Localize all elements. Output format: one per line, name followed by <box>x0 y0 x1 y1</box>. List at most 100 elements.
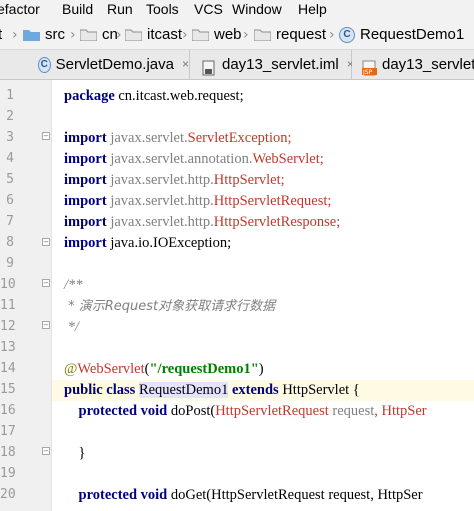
menu-run[interactable]: Run <box>107 0 133 20</box>
code-line-6: import javax.servlet.http.HttpServletReq… <box>64 191 474 212</box>
chevron-right-icon: › <box>70 27 76 43</box>
breadcrumb-cn[interactable]: cn <box>80 24 118 46</box>
line-number: 13 <box>0 340 16 355</box>
import-package: javax.servlet. <box>106 130 188 146</box>
breadcrumb-request[interactable]: request <box>254 24 326 46</box>
line-number: 8 <box>6 235 14 250</box>
import-class: WebServlet <box>252 151 320 167</box>
folder-icon <box>192 29 209 41</box>
tab-day13-servlet-jsp[interactable]: JSP day13_servlet\ <box>352 50 474 79</box>
java-class-icon: C <box>38 56 51 73</box>
menu-bar: efactor Build Run Tools VCS Window Help <box>0 0 474 20</box>
code-line-20: protected void doGet(HttpServletRequest … <box>64 485 474 506</box>
line-number: 5 <box>6 172 14 187</box>
breadcrumb-label: itcast <box>147 26 183 43</box>
code-line-4: import javax.servlet.annotation.WebServl… <box>64 149 474 170</box>
chevron-right-icon: › <box>329 27 335 43</box>
annotation-at: @ <box>64 361 78 377</box>
code-editor[interactable]: package cn.itcast.web.request; import ja… <box>52 80 474 511</box>
code-line-15: public class RequestDemo1 extends HttpSe… <box>52 380 474 401</box>
tab-day13-servlet-iml[interactable]: day13_servlet.iml × <box>190 50 354 79</box>
tab-servletdemo[interactable]: C ServletDemo.java × <box>0 50 190 79</box>
navigation-bar: t › src › cn › itcast › web › request › … <box>0 20 474 50</box>
import-class: ServletException <box>187 130 288 146</box>
breadcrumb-label: RequestDemo1 <box>360 26 465 43</box>
chevron-right-icon: › <box>12 27 18 43</box>
line-number: 3 <box>6 130 14 145</box>
superclass: HttpServlet { <box>278 382 360 398</box>
line-number: 9 <box>6 256 14 271</box>
java-class-icon: C <box>339 27 355 43</box>
breadcrumb-src[interactable]: src <box>23 24 65 46</box>
fold-marker-icon[interactable]: − <box>42 279 50 287</box>
keyword: public class <box>64 382 139 398</box>
package-name: cn.itcast.web.request; <box>114 88 244 104</box>
code-line-5: import javax.servlet.http.HttpServlet; <box>64 170 474 191</box>
breadcrumb-label: src <box>45 26 65 43</box>
semicolon: ; <box>319 151 324 167</box>
line-number: 11 <box>0 298 16 313</box>
keyword: protected void <box>64 403 168 419</box>
param-name: request <box>328 403 375 419</box>
menu-refactor[interactable]: efactor <box>0 0 40 20</box>
chevron-right-icon: › <box>182 27 188 43</box>
folder-icon <box>80 29 97 41</box>
import-package: javax.servlet.http. <box>106 172 214 188</box>
breadcrumb-itcast[interactable]: itcast <box>125 24 182 46</box>
semicolon: ; <box>336 214 341 230</box>
line-number: 18 <box>0 445 16 460</box>
line-number: 7 <box>6 214 14 229</box>
code-line-16: protected void doPost(HttpServletRequest… <box>64 401 474 422</box>
paren-close: ) <box>258 361 264 377</box>
import-class: HttpServletResponse <box>213 214 337 230</box>
fold-marker-icon[interactable]: − <box>42 132 50 140</box>
line-number: 2 <box>6 109 14 124</box>
chevron-right-icon: › <box>116 27 122 43</box>
menu-window[interactable]: Window <box>232 0 282 20</box>
code-line-1: package cn.itcast.web.request; <box>64 86 474 107</box>
line-number: 17 <box>0 424 16 439</box>
module-file-icon <box>202 57 216 75</box>
code-line-11: * 演示Request对象获取请求行数据 <box>64 299 276 314</box>
import-package: javax.servlet.http. <box>106 214 214 230</box>
editor-tab-bar: C ServletDemo.java × day13_servlet.iml ×… <box>0 50 474 80</box>
breadcrumb-label: request <box>276 26 327 43</box>
breadcrumb-project[interactable]: t <box>0 24 2 46</box>
line-number: 20 <box>0 487 16 502</box>
line-number: 14 <box>0 361 16 376</box>
menu-tools[interactable]: Tools <box>146 0 179 20</box>
keyword: import <box>64 151 107 167</box>
menu-help[interactable]: Help <box>298 0 327 20</box>
code-line-12: */ <box>64 319 79 335</box>
tab-label: day13_servlet.iml <box>222 56 339 73</box>
line-number: 15 <box>0 382 16 397</box>
folder-icon <box>23 29 40 41</box>
keyword: import <box>64 172 107 188</box>
keyword: import <box>64 214 107 230</box>
line-number: 19 <box>0 466 16 481</box>
breadcrumb-requestdemo1[interactable]: C RequestDemo1 <box>339 24 464 46</box>
line-number: 4 <box>6 151 14 166</box>
close-icon[interactable]: × <box>182 50 189 79</box>
import-class: HttpServletRequest <box>213 193 328 209</box>
breadcrumb-web[interactable]: web <box>192 24 242 46</box>
keyword: import <box>64 130 107 146</box>
code-line-8: import java.io.IOException; <box>64 233 474 254</box>
import-class: HttpServlet <box>213 172 281 188</box>
params: HttpServletRequest request, HttpSer <box>211 487 423 503</box>
fold-marker-icon[interactable]: − <box>42 321 50 329</box>
fold-marker-icon[interactable]: − <box>42 447 50 455</box>
keyword: package <box>64 88 115 104</box>
import-path: java.io.IOException; <box>106 235 232 251</box>
tab-label: ServletDemo.java <box>55 56 174 73</box>
line-number: 12 <box>0 319 16 334</box>
keyword: extends <box>228 382 279 398</box>
line-number: 1 <box>6 88 14 103</box>
line-number: 10 <box>0 277 16 292</box>
import-package: javax.servlet.annotation. <box>106 151 253 167</box>
menu-vcs[interactable]: VCS <box>194 0 223 20</box>
line-number: 6 <box>6 193 14 208</box>
code-line-7: import javax.servlet.http.HttpServletRes… <box>64 212 474 233</box>
menu-build[interactable]: Build <box>62 0 93 20</box>
fold-marker-icon[interactable]: − <box>42 238 50 246</box>
